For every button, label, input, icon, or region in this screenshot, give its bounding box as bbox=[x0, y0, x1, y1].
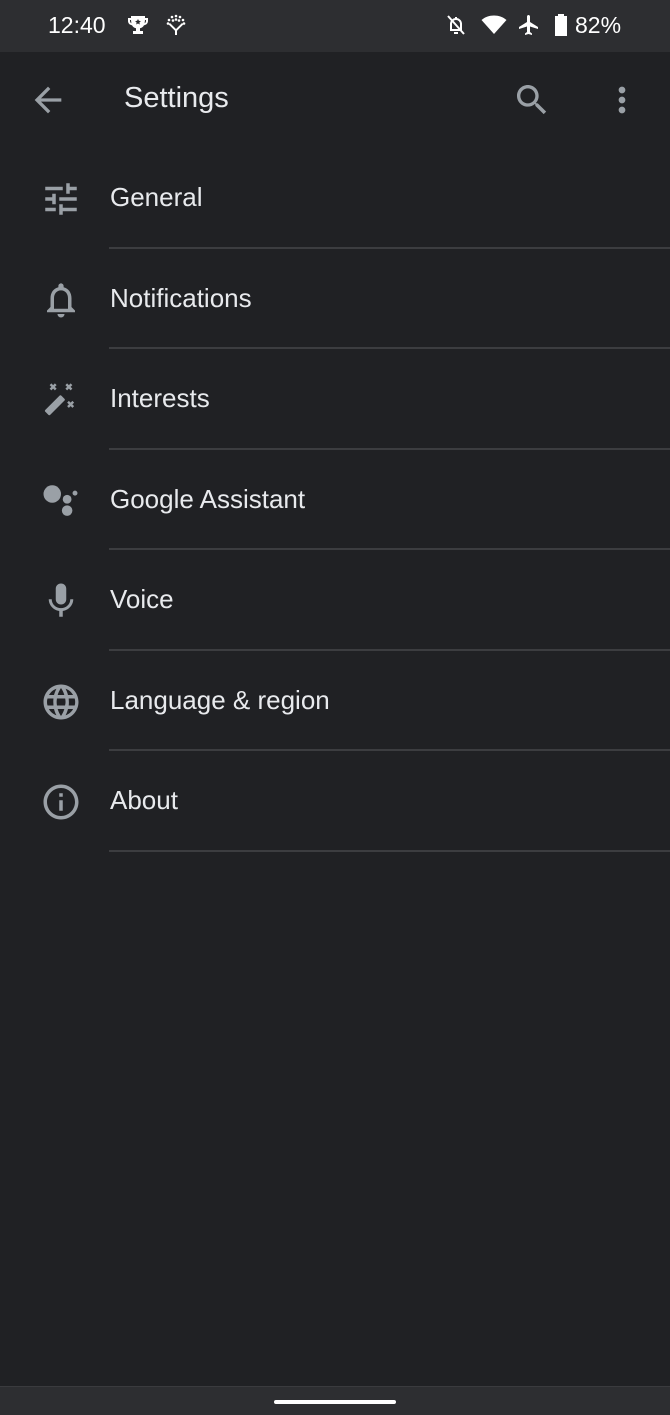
home-gesture-handle[interactable] bbox=[274, 1400, 396, 1404]
settings-item-interests[interactable]: Interests bbox=[0, 349, 670, 450]
settings-item-label: General bbox=[110, 182, 203, 212]
status-bar: 12:40 82% bbox=[0, 0, 670, 52]
settings-item-notifications[interactable]: Notifications bbox=[0, 249, 670, 349]
settings-item-language-region[interactable]: Language & region bbox=[0, 651, 670, 751]
battery-percent: 82% bbox=[575, 12, 622, 38]
more-vert-icon bbox=[618, 86, 626, 114]
settings-item-label: Interests bbox=[110, 383, 210, 413]
settings-item-general[interactable]: General bbox=[0, 148, 670, 249]
page-title: Settings bbox=[124, 82, 229, 114]
globe-icon bbox=[40, 681, 82, 723]
tune-icon bbox=[40, 178, 82, 220]
settings-item-label: Google Assistant bbox=[110, 483, 306, 514]
divider bbox=[109, 849, 670, 852]
notifications-off-icon bbox=[444, 13, 468, 42]
settings-item-label: Language & region bbox=[110, 684, 330, 715]
app-bar: Settings bbox=[0, 52, 670, 148]
settings-item-label: Voice bbox=[110, 584, 174, 614]
status-time: 12:40 bbox=[48, 12, 106, 38]
more-options-button[interactable] bbox=[602, 80, 642, 120]
settings-list: General Notifications Interests Google A… bbox=[0, 148, 670, 852]
battery-icon bbox=[553, 13, 569, 42]
trophy-icon bbox=[126, 13, 150, 42]
settings-item-google-assistant[interactable]: Google Assistant bbox=[0, 450, 670, 550]
tree-icon bbox=[164, 13, 188, 42]
magic-wand-icon bbox=[40, 379, 82, 421]
info-icon bbox=[40, 781, 82, 823]
bell-icon bbox=[40, 279, 82, 321]
wifi-icon bbox=[481, 13, 507, 42]
airplane-mode-icon bbox=[517, 13, 541, 42]
settings-item-about[interactable]: About bbox=[0, 751, 670, 852]
arrow-back-icon bbox=[34, 86, 62, 114]
search-icon bbox=[517, 85, 547, 115]
search-button[interactable] bbox=[512, 80, 552, 120]
microphone-icon bbox=[40, 580, 82, 622]
settings-item-voice[interactable]: Voice bbox=[0, 550, 670, 651]
settings-item-label: Notifications bbox=[110, 282, 252, 313]
navigation-bar bbox=[0, 1386, 670, 1415]
back-button[interactable] bbox=[28, 80, 68, 120]
settings-item-label: About bbox=[110, 785, 178, 815]
assistant-icon bbox=[40, 480, 82, 522]
